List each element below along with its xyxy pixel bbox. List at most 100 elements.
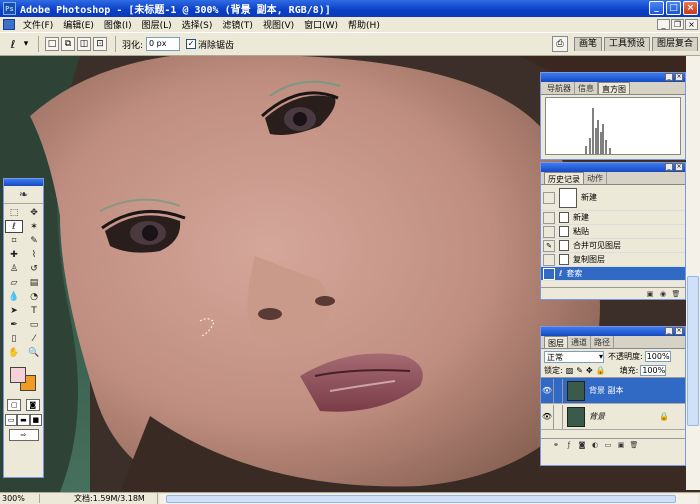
history-item[interactable]: ✎ 合并可见图层 [541, 239, 685, 253]
blur-tool-icon[interactable]: 💧 [5, 290, 23, 303]
new-layer-icon[interactable]: ▣ [616, 441, 626, 450]
subtract-selection-icon[interactable]: ◫ [77, 37, 91, 51]
delete-state-icon[interactable]: 🗑 [671, 290, 681, 299]
new-document-from-state-icon[interactable]: ▣ [645, 290, 655, 299]
menu-layer[interactable]: 图层(L) [137, 18, 177, 31]
tab-layers[interactable]: 图层 [544, 336, 568, 348]
lasso-tool-icon[interactable]: ℓ [5, 220, 23, 233]
layer-row[interactable]: 👁 背景 副本 [541, 378, 685, 404]
add-selection-icon[interactable]: ⧉ [61, 37, 75, 51]
tab-paths[interactable]: 路径 [591, 336, 614, 348]
eyedropper-tool-icon[interactable]: ⁄ [25, 332, 43, 345]
history-snapshot[interactable]: 新建 [541, 185, 685, 211]
lock-transparency-icon[interactable]: ▨ [566, 366, 574, 375]
panel-close-icon[interactable]: × [675, 327, 683, 335]
tab-histogram[interactable]: 直方图 [598, 82, 630, 94]
horizontal-scroll-thumb[interactable] [166, 494, 676, 503]
photoshop-feather-icon[interactable]: ❧ [4, 186, 43, 204]
antialias-checkbox[interactable]: ✓ [186, 39, 197, 49]
path-selection-tool-icon[interactable]: ➤ [5, 304, 23, 317]
eye-icon[interactable]: 👁 [541, 412, 553, 421]
vertical-scroll-thumb[interactable] [687, 276, 699, 426]
tab-actions[interactable]: 动作 [584, 172, 607, 184]
delete-layer-icon[interactable]: 🗑 [629, 441, 639, 450]
pen-tool-icon[interactable]: ✒ [5, 318, 23, 331]
blend-mode-select[interactable]: 正常 ▾ [544, 350, 604, 363]
magic-wand-tool-icon[interactable]: ✶ [25, 220, 43, 233]
quick-mask-mode-icon[interactable]: ◙ [25, 399, 40, 411]
panel-close-icon[interactable]: × [675, 163, 683, 171]
jump-to-imageready-icon[interactable]: ⇨ [8, 429, 39, 441]
tab-history[interactable]: 历史记录 [544, 172, 584, 184]
history-item[interactable]: 复制图层 [541, 253, 685, 267]
panel-minimize-icon[interactable]: _ [665, 163, 673, 171]
marquee-tool-icon[interactable]: ⬚ [5, 206, 23, 219]
gradient-tool-icon[interactable]: ▤ [25, 276, 43, 289]
history-item[interactable]: 粘贴 [541, 225, 685, 239]
history-brush-tool-icon[interactable]: ↺ [25, 262, 43, 275]
preset-dropdown-icon[interactable]: ▾ [22, 37, 30, 51]
new-adjustment-layer-icon[interactable]: ◐ [590, 441, 600, 450]
document-menu-icon[interactable] [3, 19, 15, 30]
full-screen-menu-icon[interactable]: ▬ [17, 414, 30, 426]
toolbox-titlebar[interactable] [4, 179, 43, 186]
panel-titlebar[interactable]: _ × [541, 73, 685, 82]
fill-input[interactable]: 100% [640, 365, 667, 376]
doc-minimize-button[interactable]: _ [657, 19, 670, 30]
snapshot-source-checkbox[interactable] [543, 191, 555, 204]
history-source-checkbox[interactable] [543, 267, 555, 280]
lasso-preset-icon[interactable]: ℓ [6, 37, 20, 51]
panel-titlebar[interactable]: _ × [541, 163, 685, 172]
menu-window[interactable]: 窗口(W) [299, 18, 343, 31]
link-layers-icon[interactable]: ⚭ [551, 441, 561, 450]
panel-minimize-icon[interactable]: _ [665, 73, 673, 81]
type-tool-icon[interactable]: T [25, 304, 43, 317]
move-tool-icon[interactable]: ✥ [25, 206, 43, 219]
minimize-button[interactable]: _ [649, 1, 664, 15]
zoom-level[interactable]: 300% [0, 494, 40, 503]
history-item[interactable]: ℓ 套索 [541, 267, 685, 281]
doc-close-button[interactable]: × [685, 19, 698, 30]
zoom-tool-icon[interactable]: 🔍 [25, 346, 43, 359]
intersect-selection-icon[interactable]: ⊡ [93, 37, 107, 51]
notes-tool-icon[interactable]: ▯ [5, 332, 23, 345]
tab-brushes[interactable]: 画笔 [573, 37, 602, 51]
eye-icon[interactable]: 👁 [541, 386, 553, 395]
horizontal-scrollbar[interactable] [160, 493, 698, 504]
tab-tool-presets[interactable]: 工具预设 [603, 37, 650, 51]
panel-titlebar[interactable]: _ × [541, 327, 685, 336]
layer-style-icon[interactable]: ƒ [564, 441, 574, 450]
new-selection-icon[interactable]: □ [45, 37, 59, 51]
tab-info[interactable]: 信息 [575, 82, 598, 94]
crop-tool-icon[interactable]: ⌗ [5, 234, 23, 247]
file-browser-icon[interactable]: ⎙ [551, 36, 568, 52]
standard-mode-icon[interactable]: ▢ [7, 399, 22, 411]
snapshot-icon[interactable]: ◉ [658, 290, 668, 299]
tab-navigator[interactable]: 导航器 [544, 82, 575, 94]
full-screen-icon[interactable]: ■ [29, 414, 42, 426]
tab-layer-comps[interactable]: 图层复合 [651, 37, 698, 51]
panel-minimize-icon[interactable]: _ [665, 327, 673, 335]
layer-row[interactable]: 👁 背景 🔒 [541, 404, 685, 430]
history-brush-source-icon[interactable]: ✎ [543, 239, 555, 252]
menu-image[interactable]: 图像(I) [99, 18, 137, 31]
menu-filter[interactable]: 滤镜(T) [217, 18, 258, 31]
doc-restore-button[interactable]: ❐ [671, 19, 684, 30]
menu-view[interactable]: 视图(V) [258, 18, 299, 31]
feather-input[interactable]: 0 px [146, 37, 181, 51]
document-info[interactable]: 文档:1.59M/3.18M [40, 493, 158, 504]
history-source-checkbox[interactable] [543, 225, 555, 238]
shape-tool-icon[interactable]: ▭ [25, 318, 43, 331]
panel-close-icon[interactable]: × [675, 73, 683, 81]
eraser-tool-icon[interactable]: ▱ [5, 276, 23, 289]
brush-tool-icon[interactable]: ⌇ [25, 248, 43, 261]
close-button[interactable]: × [683, 1, 698, 15]
hand-tool-icon[interactable]: ✋ [5, 346, 23, 359]
history-item[interactable]: 新建 [541, 211, 685, 225]
menu-select[interactable]: 选择(S) [177, 18, 218, 31]
healing-brush-tool-icon[interactable]: ✚ [5, 248, 23, 261]
new-group-icon[interactable]: ▭ [603, 441, 613, 450]
add-mask-icon[interactable]: ◙ [577, 441, 587, 450]
maximize-button[interactable]: □ [666, 1, 681, 15]
menu-file[interactable]: 文件(F) [18, 18, 58, 31]
